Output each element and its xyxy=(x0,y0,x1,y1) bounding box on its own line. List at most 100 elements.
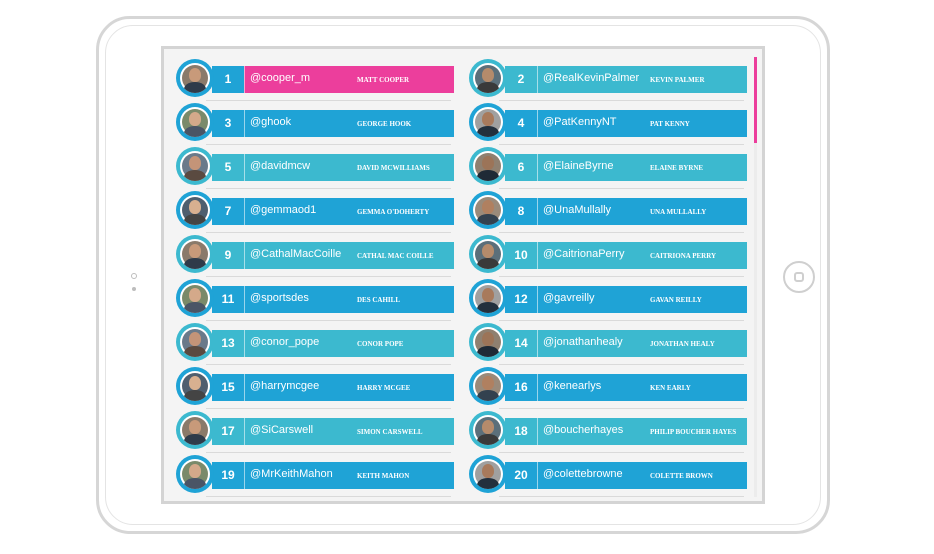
rank-number: 19 xyxy=(212,462,244,489)
rank-divider xyxy=(244,110,245,137)
twitter-handle-link[interactable]: @UnaMullally xyxy=(543,198,611,225)
leaderboard-card[interactable]: 19 @MrKeithMahon KEITH MAHON xyxy=(176,455,455,497)
avatar-photo[interactable] xyxy=(469,235,507,273)
avatar-image xyxy=(473,107,503,137)
avatar-face xyxy=(189,420,201,434)
avatar-image xyxy=(180,239,210,269)
twitter-handle-link[interactable]: @jonathanhealy xyxy=(543,330,623,357)
card-bar: 11 @sportsdes DES CAHILL xyxy=(212,286,454,313)
leaderboard-card[interactable]: 9 @CathalMacCoille CATHAL MAC COILLE xyxy=(176,235,455,277)
avatar-photo[interactable] xyxy=(469,411,507,449)
twitter-handle-link[interactable]: @MrKeithMahon xyxy=(250,462,333,489)
avatar-photo[interactable] xyxy=(469,103,507,141)
twitter-handle-link[interactable]: @ElaineByrne xyxy=(543,154,613,181)
twitter-handle-link[interactable]: @ghook xyxy=(250,110,291,137)
scrollbar[interactable] xyxy=(754,57,757,497)
avatar-photo[interactable] xyxy=(469,191,507,229)
twitter-handle-link[interactable]: @PatKennyNT xyxy=(543,110,617,137)
avatar-photo[interactable] xyxy=(176,235,214,273)
leaderboard-card[interactable]: 4 @PatKennyNT PAT KENNY xyxy=(469,103,748,145)
person-name: KEN EARLY xyxy=(650,384,691,392)
avatar-face xyxy=(189,332,201,346)
row-divider xyxy=(499,188,744,189)
leaderboard-card[interactable]: 14 @jonathanhealy JONATHAN HEALY xyxy=(469,323,748,365)
avatar-shoulders xyxy=(184,302,206,313)
avatar-photo[interactable] xyxy=(176,191,214,229)
person-name: DAVID MCWILLIAMS xyxy=(357,164,430,172)
avatar-photo[interactable] xyxy=(469,455,507,493)
twitter-handle-link[interactable]: @sportsdes xyxy=(250,286,309,313)
avatar-photo[interactable] xyxy=(176,103,214,141)
twitter-handle-link[interactable]: @colettebrowne xyxy=(543,462,623,489)
twitter-handle-link[interactable]: @davidmcw xyxy=(250,154,310,181)
avatar-shoulders xyxy=(477,302,499,313)
rank-number: 6 xyxy=(505,154,537,181)
avatar-image xyxy=(180,371,210,401)
twitter-handle-link[interactable]: @kenearlys xyxy=(543,374,601,401)
twitter-handle-link[interactable]: @RealKevinPalmer xyxy=(543,66,639,93)
avatar-photo[interactable] xyxy=(469,279,507,317)
card-bar: 16 @kenearlys KEN EARLY xyxy=(505,374,747,401)
twitter-handle-link[interactable]: @cooper_m xyxy=(250,66,310,93)
leaderboard-card[interactable]: 15 @harrymcgee HARRY MCGEE xyxy=(176,367,455,409)
person-name: COLETTE BROWN xyxy=(650,472,713,480)
twitter-handle-link[interactable]: @SiCarswell xyxy=(250,418,313,445)
avatar-shoulders xyxy=(477,390,499,401)
avatar-image xyxy=(473,195,503,225)
leaderboard-card[interactable]: 8 @UnaMullally UNA MULLALLY xyxy=(469,191,748,233)
leaderboard-card[interactable]: 12 @gavreilly GAVAN REILLY xyxy=(469,279,748,321)
row-divider xyxy=(206,144,451,145)
card-bar: 3 @ghook GEORGE HOOK xyxy=(212,110,454,137)
leaderboard-card[interactable]: 1 @cooper_m MATT COOPER xyxy=(176,59,455,101)
avatar-photo[interactable] xyxy=(469,367,507,405)
avatar-photo[interactable] xyxy=(176,279,214,317)
row-divider xyxy=(206,452,451,453)
twitter-handle-link[interactable]: @conor_pope xyxy=(250,330,319,357)
leaderboard-card[interactable]: 20 @colettebrowne COLETTE BROWN xyxy=(469,455,748,497)
leaderboard-card[interactable]: 7 @gemmaod1 GEMMA O'DOHERTY xyxy=(176,191,455,233)
leaderboard-card[interactable]: 17 @SiCarswell SIMON CARSWELL xyxy=(176,411,455,453)
avatar-photo[interactable] xyxy=(176,455,214,493)
avatar-photo[interactable] xyxy=(176,411,214,449)
avatar-face xyxy=(189,200,201,214)
avatar-photo[interactable] xyxy=(469,323,507,361)
avatar-photo[interactable] xyxy=(176,59,214,97)
leaderboard-card[interactable]: 10 @CaitrionaPerry CAITRIONA PERRY xyxy=(469,235,748,277)
avatar-shoulders xyxy=(477,126,499,137)
home-button[interactable] xyxy=(783,261,815,293)
scrollbar-thumb[interactable] xyxy=(754,57,757,143)
avatar-shoulders xyxy=(184,478,206,489)
card-bar: 12 @gavreilly GAVAN REILLY xyxy=(505,286,747,313)
leaderboard-card[interactable]: 6 @ElaineByrne ELAINE BYRNE xyxy=(469,147,748,189)
leaderboard-card[interactable]: 16 @kenearlys KEN EARLY xyxy=(469,367,748,409)
avatar-photo[interactable] xyxy=(176,367,214,405)
avatar-shoulders xyxy=(477,478,499,489)
leaderboard-card[interactable]: 13 @conor_pope CONOR POPE xyxy=(176,323,455,365)
leaderboard-card[interactable]: 5 @davidmcw DAVID MCWILLIAMS xyxy=(176,147,455,189)
rank-number: 8 xyxy=(505,198,537,225)
twitter-handle-link[interactable]: @CaitrionaPerry xyxy=(543,242,624,269)
twitter-handle-link[interactable]: @boucherhayes xyxy=(543,418,623,445)
avatar-photo[interactable] xyxy=(176,323,214,361)
twitter-handle-link[interactable]: @CathalMacCoille xyxy=(250,242,341,269)
card-bar: 10 @CaitrionaPerry CAITRIONA PERRY xyxy=(505,242,747,269)
twitter-handle-link[interactable]: @gemmaod1 xyxy=(250,198,316,225)
leaderboard-card[interactable]: 11 @sportsdes DES CAHILL xyxy=(176,279,455,321)
person-name: DES CAHILL xyxy=(357,296,400,304)
avatar-photo[interactable] xyxy=(469,147,507,185)
rank-number: 2 xyxy=(505,66,537,93)
twitter-handle-link[interactable]: @gavreilly xyxy=(543,286,595,313)
row-divider xyxy=(206,276,451,277)
twitter-handle-link[interactable]: @harrymcgee xyxy=(250,374,319,401)
avatar-shoulders xyxy=(477,170,499,181)
avatar-photo[interactable] xyxy=(469,59,507,97)
rank-number: 10 xyxy=(505,242,537,269)
card-bar: 7 @gemmaod1 GEMMA O'DOHERTY xyxy=(212,198,454,225)
leaderboard-card[interactable]: 2 @RealKevinPalmer KEVIN PALMER xyxy=(469,59,748,101)
leaderboard-card[interactable]: 18 @boucherhayes PHILIP BOUCHER HAYES xyxy=(469,411,748,453)
avatar-image xyxy=(473,239,503,269)
card-bar: 13 @conor_pope CONOR POPE xyxy=(212,330,454,357)
avatar-photo[interactable] xyxy=(176,147,214,185)
leaderboard-card[interactable]: 3 @ghook GEORGE HOOK xyxy=(176,103,455,145)
person-name: MATT COOPER xyxy=(357,76,410,84)
